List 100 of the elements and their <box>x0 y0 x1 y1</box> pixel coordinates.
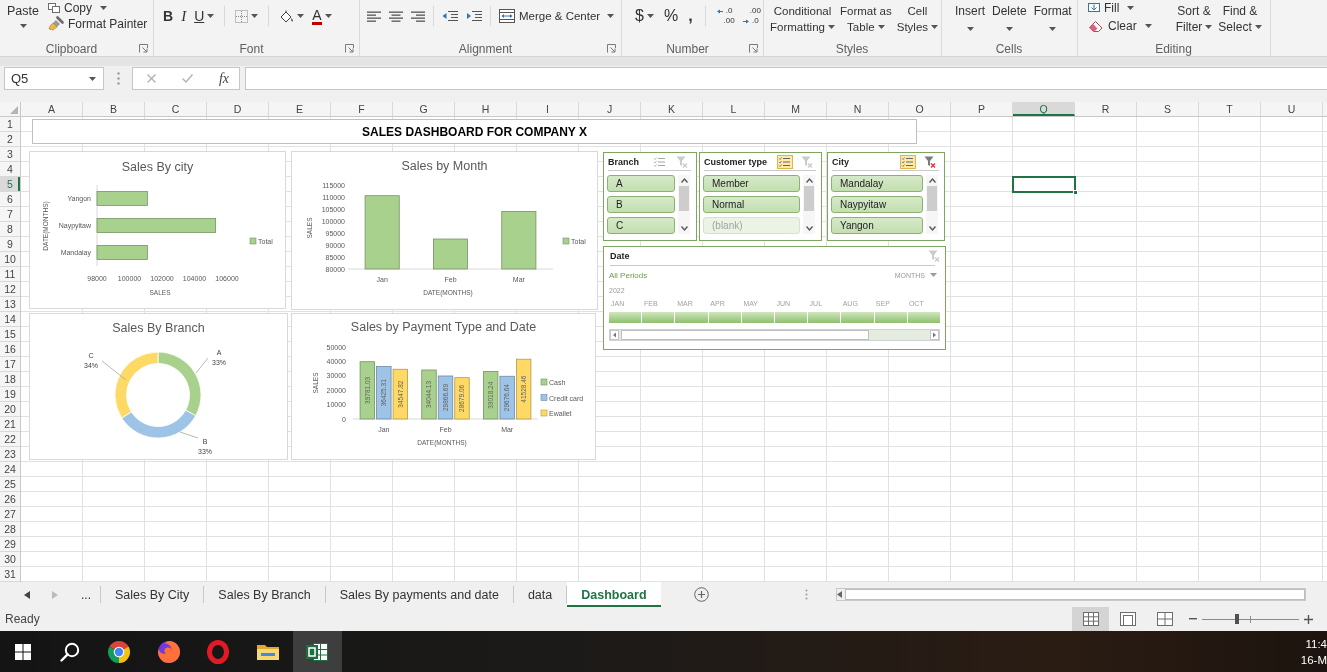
column-header[interactable]: O <box>889 102 951 116</box>
column-header[interactable]: D <box>207 102 269 116</box>
row-header[interactable]: 3 <box>0 147 20 162</box>
row-header[interactable]: 13 <box>0 297 20 312</box>
column-header[interactable]: B <box>83 102 145 116</box>
multi-select-icon[interactable] <box>652 154 668 169</box>
format-painter-button[interactable]: Format Painter <box>48 16 148 31</box>
scrollbar[interactable] <box>803 175 815 234</box>
format-button[interactable]: Format <box>1032 0 1073 41</box>
clear-button[interactable]: Clear <box>1088 18 1152 33</box>
slicer-item[interactable]: Normal <box>703 196 800 213</box>
timeline-segment[interactable] <box>609 312 642 323</box>
timeline-segment[interactable] <box>642 312 675 323</box>
column-header[interactable]: A <box>21 102 83 116</box>
row-header[interactable]: 11 <box>0 267 20 282</box>
column-header[interactable]: G <box>393 102 455 116</box>
chevron-down-icon[interactable] <box>680 226 688 231</box>
minus-icon[interactable] <box>1189 618 1197 620</box>
paste-button[interactable]: Paste <box>3 0 43 41</box>
slicer-item[interactable]: Naypyitaw <box>831 196 923 213</box>
column-header[interactable]: J <box>579 102 641 116</box>
sort-filter-button[interactable]: Sort & Filter <box>1173 0 1215 41</box>
multi-select-icon[interactable] <box>777 154 793 169</box>
timeline-segment[interactable] <box>775 312 808 323</box>
column-header[interactable]: R <box>1075 102 1137 116</box>
row-header[interactable]: 21 <box>0 417 20 432</box>
cancel-icon[interactable] <box>147 74 156 83</box>
scrollbar-thumb[interactable] <box>804 186 814 211</box>
clear-filter-icon[interactable] <box>924 155 936 168</box>
fill-button[interactable]: Fill <box>1088 0 1152 15</box>
add-sheet-icon[interactable] <box>693 587 709 602</box>
row-header[interactable]: 17 <box>0 357 20 372</box>
fill-handle[interactable] <box>1073 190 1078 195</box>
find-select-button[interactable]: Find & Select <box>1216 0 1264 41</box>
plus-icon[interactable] <box>1304 614 1313 624</box>
align-left-icon[interactable] <box>367 10 381 22</box>
slicer-item[interactable]: Mandalay <box>831 175 923 192</box>
format-as-table-button[interactable]: Format as Table <box>837 0 894 41</box>
selected-cell[interactable] <box>1012 176 1076 193</box>
column-header[interactable]: E <box>269 102 331 116</box>
currency-button[interactable]: $ <box>632 6 657 26</box>
check-icon[interactable] <box>181 74 193 83</box>
row-header[interactable]: 16 <box>0 342 20 357</box>
row-header[interactable]: 22 <box>0 432 20 447</box>
decrease-decimal-button[interactable]: .00 .0 <box>740 6 763 26</box>
slicer-item[interactable]: A <box>607 175 675 192</box>
sheet-tab[interactable]: Sales By City <box>101 582 204 607</box>
timeline-segment[interactable] <box>708 312 741 323</box>
scroll-right-icon[interactable] <box>930 330 939 340</box>
sheet-tab[interactable]: Dashboard <box>567 582 661 607</box>
multi-select-icon[interactable] <box>900 154 916 169</box>
timeline-segment[interactable] <box>741 312 774 323</box>
cell-styles-button[interactable]: Cell Styles <box>894 0 941 41</box>
chevron-up-icon[interactable] <box>680 178 688 183</box>
more-tabs-button[interactable]: ... <box>78 587 94 602</box>
browser-icon[interactable] <box>156 639 181 664</box>
scroll-left-icon[interactable] <box>610 330 619 340</box>
delete-button[interactable]: Delete <box>991 0 1028 41</box>
scrollbar-thumb[interactable] <box>679 186 689 211</box>
italic-button[interactable]: I <box>178 6 190 26</box>
row-header[interactable]: 5 <box>0 177 20 192</box>
page-break-icon[interactable] <box>1156 612 1173 626</box>
row-header[interactable]: 20 <box>0 402 20 417</box>
scrollbar[interactable] <box>835 588 1306 601</box>
scrollbar-thumb[interactable] <box>621 330 869 340</box>
row-header[interactable]: 8 <box>0 222 20 237</box>
scroll-left-icon[interactable] <box>836 591 842 598</box>
row-header[interactable]: 14 <box>0 312 20 327</box>
row-header[interactable]: 10 <box>0 252 20 267</box>
row-header[interactable]: 30 <box>0 552 20 567</box>
scrollbar[interactable] <box>609 329 940 341</box>
align-center-icon[interactable] <box>389 10 403 22</box>
paint-bucket-icon[interactable] <box>279 9 295 23</box>
decrease-indent-icon[interactable] <box>442 10 458 22</box>
vertical-dots-icon[interactable] <box>804 589 808 600</box>
chevron-down-icon[interactable] <box>928 226 936 231</box>
align-right-icon[interactable] <box>411 10 425 22</box>
comma-style-button[interactable]: , <box>685 6 696 26</box>
chevron-up-icon[interactable] <box>928 178 936 183</box>
sheet-tab[interactable]: Sales By Branch <box>204 582 325 607</box>
column-header[interactable]: S <box>1137 102 1199 116</box>
page-layout-icon[interactable] <box>1119 612 1136 626</box>
timeline-segment[interactable] <box>808 312 841 323</box>
row-header[interactable]: 6 <box>0 192 20 207</box>
row-header[interactable]: 26 <box>0 492 20 507</box>
row-header[interactable]: 15 <box>0 327 20 342</box>
row-header[interactable]: 19 <box>0 387 20 402</box>
column-header[interactable]: K <box>641 102 703 116</box>
timeline-segment[interactable] <box>874 312 907 323</box>
column-header[interactable]: F <box>331 102 393 116</box>
vertical-dots-icon[interactable] <box>117 72 120 85</box>
view-button[interactable] <box>1072 607 1109 631</box>
name-box[interactable]: Q5 <box>4 67 104 90</box>
column-header[interactable]: C <box>145 102 207 116</box>
timeline-segment[interactable] <box>907 312 940 323</box>
browser-icon[interactable] <box>107 639 132 664</box>
row-header[interactable]: 29 <box>0 537 20 552</box>
row-header[interactable]: 28 <box>0 522 20 537</box>
underline-button[interactable]: U <box>191 6 218 26</box>
conditional-formatting-button[interactable]: Conditional Formatting <box>768 0 837 41</box>
